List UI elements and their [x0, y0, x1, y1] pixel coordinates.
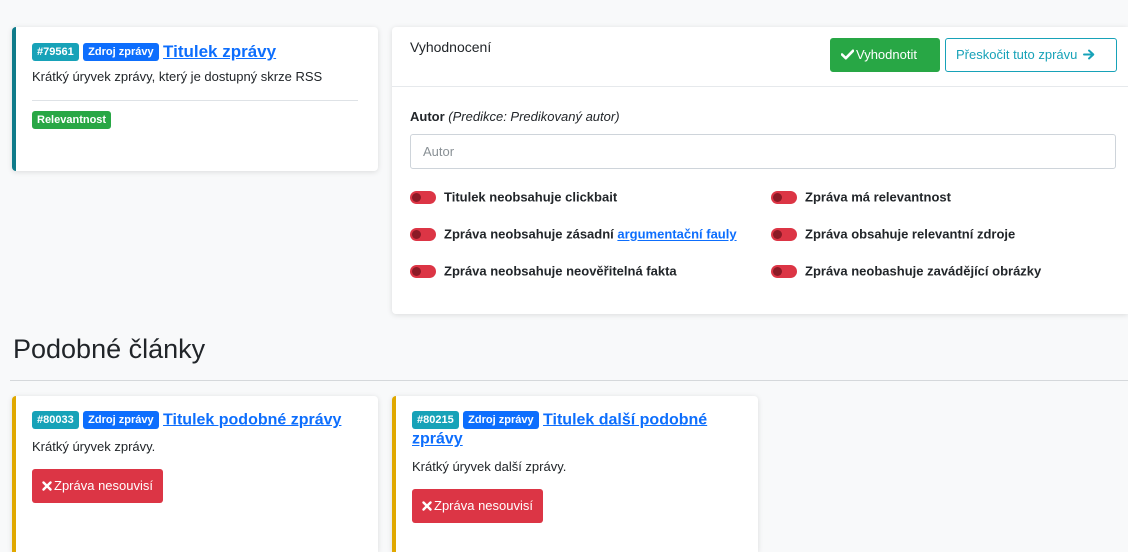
article-id-badge: #80033	[32, 410, 79, 429]
x-icon	[42, 481, 52, 491]
article-id-badge: #80215	[412, 410, 459, 429]
unrelated-button-label: Zpráva nesouvisí	[54, 478, 153, 494]
source-badge: Zdroj zprávy	[83, 410, 159, 429]
toggle-no-misleading-images[interactable]: Zpráva neobashuje zavádějící obrázky	[771, 263, 1041, 280]
evaluation-header: Vyhodnocení Vyhodnotit Přeskočit tuto zp…	[392, 27, 1128, 87]
relevance-badge: Relevantnost	[32, 111, 112, 130]
toggle-has-relevance[interactable]: Zpráva má relevantnost	[771, 189, 951, 206]
author-input[interactable]	[410, 134, 1116, 169]
unrelated-button[interactable]: Zpráva nesouvisí	[32, 469, 163, 504]
x-icon	[422, 500, 432, 511]
toggle-switch[interactable]	[410, 228, 436, 242]
evaluation-card: Vyhodnocení Vyhodnotit Přeskočit tuto zp…	[392, 27, 1128, 314]
similar-article-header: #80033 Zdroj zprávy Titulek podobné zprá…	[32, 410, 352, 429]
similar-article-card: #80215 Zdroj zprávy Titulek další podobn…	[392, 396, 758, 552]
similar-article-excerpt: Krátký úryvek zprávy.	[32, 439, 156, 455]
author-label: Autor (Predikce: Predikovaný autor)	[410, 109, 620, 124]
similar-articles-heading: Podobné články	[13, 334, 206, 364]
evaluation-title: Vyhodnocení	[410, 39, 492, 55]
similar-article-excerpt: Krátký úryvek další zprávy.	[412, 458, 567, 474]
similar-article-card: #80033 Zdroj zprávy Titulek podobné zprá…	[12, 396, 378, 552]
article-header: #79561 Zdroj zprávy Titulek zprávy	[32, 41, 362, 63]
skip-button-label: Přeskočit tuto zprávu	[956, 47, 1078, 62]
similar-article-header: #80215 Zdroj zprávy Titulek další podobn…	[412, 410, 732, 449]
toggle-no-unverifiable-facts[interactable]: Zpráva neobsahuje neověřitelná fakta	[410, 263, 677, 280]
unrelated-button[interactable]: Zpráva nesouvisí	[412, 488, 543, 523]
article-id-badge: #79561	[32, 43, 79, 61]
toggle-switch[interactable]	[771, 228, 797, 242]
source-badge: Zdroj zprávy	[83, 43, 159, 61]
toggle-switch[interactable]	[410, 191, 436, 205]
source-badge: Zdroj zprávy	[463, 410, 539, 429]
similar-article-title-link[interactable]: Titulek podobné zprávy	[163, 411, 341, 428]
check-icon	[840, 49, 855, 60]
divider	[10, 380, 1128, 381]
toggle-relevant-sources[interactable]: Zpráva obsahuje relevantní zdroje	[771, 226, 1015, 243]
toggle-switch[interactable]	[771, 265, 797, 279]
toggle-switch[interactable]	[410, 265, 436, 279]
evaluate-button-label: Vyhodnotit	[856, 47, 917, 62]
argument-fallacies-link[interactable]: argumentační fauly	[617, 227, 736, 242]
evaluate-button[interactable]: Vyhodnotit	[830, 38, 940, 72]
author-prediction: (Predikce: Predikovaný autor)	[448, 109, 620, 124]
article-excerpt: Krátký úryvek zprávy, který je dostupný …	[32, 69, 323, 85]
toggle-no-argument-fallacies[interactable]: Zpráva neobsahuje zásadní argumentační f…	[410, 226, 737, 243]
divider	[32, 100, 358, 102]
unrelated-button-label: Zpráva nesouvisí	[434, 497, 533, 513]
article-title-link[interactable]: Titulek zprávy	[163, 42, 276, 61]
arrow-right-icon	[1083, 49, 1095, 60]
toggle-switch[interactable]	[771, 191, 797, 205]
toggle-no-clickbait[interactable]: Titulek neobsahuje clickbait	[410, 189, 617, 206]
article-card: #79561 Zdroj zprávy Titulek zprávy Krátk…	[12, 27, 378, 171]
skip-button[interactable]: Přeskočit tuto zprávu	[945, 38, 1117, 72]
